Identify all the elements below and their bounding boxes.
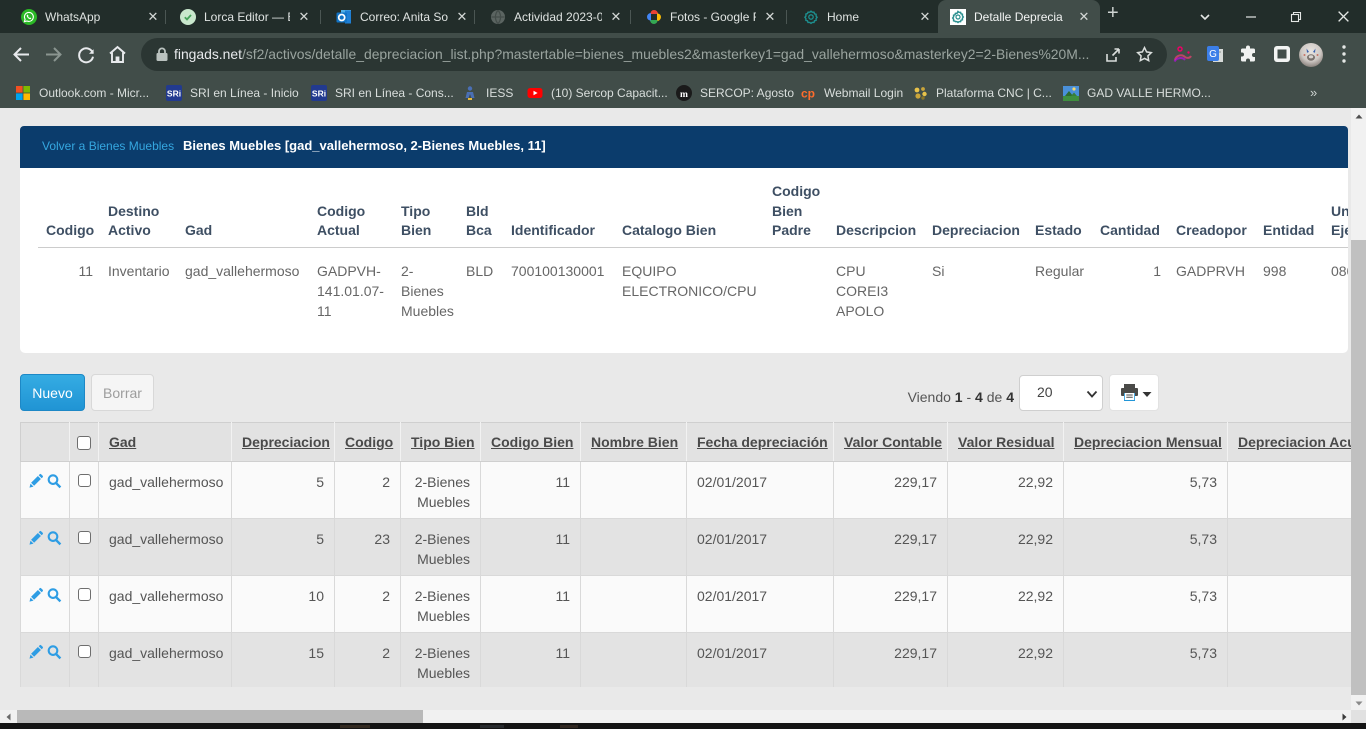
svg-text:G: G: [1209, 49, 1217, 60]
svg-text:SRi: SRi: [167, 88, 181, 98]
svg-text:SRi: SRi: [312, 88, 326, 98]
svg-text:m: m: [680, 89, 688, 99]
svg-text:cp: cp: [801, 86, 815, 100]
